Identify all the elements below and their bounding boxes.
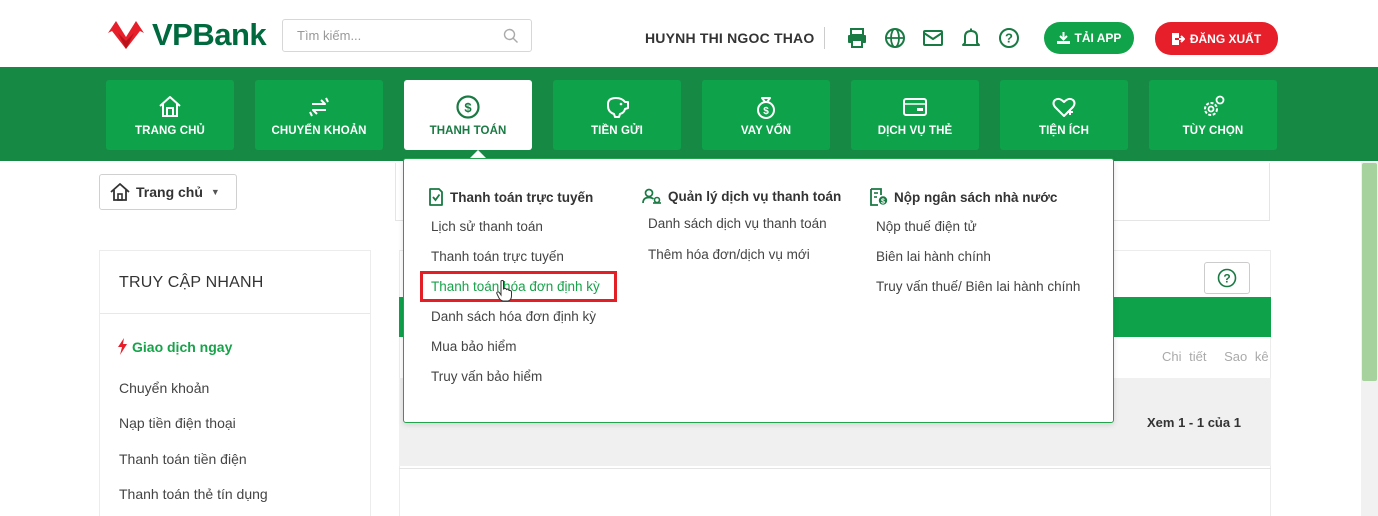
user-settings-icon xyxy=(642,188,661,204)
nav-item-home[interactable]: TRANG CHỦ xyxy=(106,80,234,150)
menu-item-online-payment[interactable]: Thanh toán trực tuyến xyxy=(431,249,564,264)
divider xyxy=(399,468,1271,469)
statement-link[interactable]: Sao kê xyxy=(1224,349,1268,364)
menu-item-buy-insurance[interactable]: Mua bảo hiểm xyxy=(431,339,517,354)
search-box[interactable] xyxy=(282,19,532,52)
nav-item-payment[interactable]: $ THANH TOÁN xyxy=(404,80,532,150)
heart-plus-icon xyxy=(1052,97,1076,117)
breadcrumb-label: Trang chủ xyxy=(136,184,203,200)
menu-item-payment-history[interactable]: Lịch sử thanh toán xyxy=(431,219,543,234)
divider xyxy=(824,27,825,49)
menu-item-e-tax-payment[interactable]: Nộp thuế điện tử xyxy=(876,219,977,234)
help-icon[interactable]: ? xyxy=(998,27,1020,49)
menu-item-insurance-inquiry[interactable]: Truy vấn bảo hiểm xyxy=(431,369,542,384)
printer-icon[interactable] xyxy=(846,27,868,49)
nav-item-loans[interactable]: $ VAY VỐN xyxy=(702,80,830,150)
svg-text:?: ? xyxy=(1223,272,1230,286)
quick-access-heading-label: Giao dịch ngay xyxy=(132,338,233,355)
search-icon[interactable] xyxy=(503,28,519,44)
download-app-button[interactable]: TẢI APP xyxy=(1044,22,1134,54)
quick-link-electricity[interactable]: Thanh toán tiền điện xyxy=(119,451,247,467)
detail-link[interactable]: Chi tiết xyxy=(1162,349,1206,364)
chevron-down-icon: ▼ xyxy=(210,187,220,197)
column-title: Nộp ngân sách nhà nước xyxy=(894,189,1058,205)
svg-text:?: ? xyxy=(1005,31,1013,46)
nav-label: DỊCH VỤ THẺ xyxy=(877,124,953,137)
nav-item-transfer[interactable]: CHUYỂN KHOẢN xyxy=(255,80,383,150)
tax-document-icon: $ xyxy=(870,188,888,206)
column-title: Thanh toán trực tuyến xyxy=(450,189,594,205)
nav-label: TRANG CHỦ xyxy=(135,124,205,137)
document-check-icon xyxy=(429,188,443,206)
card-icon xyxy=(903,97,927,116)
nav-item-savings[interactable]: TIỀN GỬI xyxy=(553,80,681,150)
brand-name: VPBank xyxy=(152,17,267,52)
menu-item-tax-inquiry[interactable]: Truy vấn thuế/ Biên lai hành chính xyxy=(876,279,1080,294)
quick-link-credit-card[interactable]: Thanh toán thẻ tín dụng xyxy=(119,486,268,502)
user-name[interactable]: HUYNH THI NGOC THAO xyxy=(645,30,814,46)
search-input[interactable] xyxy=(297,28,487,43)
logout-label: ĐĂNG XUẤT xyxy=(1189,31,1262,46)
menu-item-recurring-bill-list[interactable]: Danh sách hóa đơn định kỳ xyxy=(431,309,596,324)
panel-links: Chi tiết Sao kê xyxy=(1162,349,1269,364)
column-header-online-payment: Thanh toán trực tuyến xyxy=(428,188,593,206)
quick-access-title: TRUY CẬP NHANH xyxy=(119,274,264,291)
money-bag-icon: $ xyxy=(757,96,775,119)
lightning-icon xyxy=(118,338,127,355)
nav-label: CHUYỂN KHOẢN xyxy=(271,124,367,137)
highlight-box xyxy=(420,271,617,302)
column-header-payment-services: Quản lý dịch vụ thanh toán xyxy=(642,188,841,204)
transfer-icon xyxy=(309,97,329,116)
home-icon xyxy=(110,183,130,201)
menu-item-payment-services-list[interactable]: Danh sách dịch vụ thanh toán xyxy=(648,216,827,231)
quick-access-panel: TRUY CẬP NHANH Giao dịch ngay Chuyển kho… xyxy=(99,250,371,516)
piggy-bank-icon xyxy=(607,96,629,118)
mail-icon[interactable] xyxy=(922,27,944,49)
nav-item-utilities[interactable]: TIỆN ÍCH xyxy=(1000,80,1128,150)
nav-label: THANH TOÁN xyxy=(429,124,507,137)
settings-icon xyxy=(1204,95,1225,116)
top-header: VPBank HUYNH THI NGOC THAO ? TẢI xyxy=(0,0,1378,67)
hand-cursor-icon xyxy=(496,280,512,302)
quick-link-transfer[interactable]: Chuyển khoản xyxy=(119,380,209,396)
logout-button[interactable]: ĐĂNG XUẤT xyxy=(1155,22,1278,55)
svg-text:$: $ xyxy=(464,100,472,115)
quick-link-mobile-topup[interactable]: Nạp tiền điện thoại xyxy=(119,415,236,431)
download-icon xyxy=(1056,32,1070,44)
column-header-state-budget: $ Nộp ngân sách nhà nước xyxy=(870,188,1057,206)
nav-label: TIỀN GỬI xyxy=(591,124,643,137)
home-icon xyxy=(159,95,181,117)
help-icon: ? xyxy=(1217,268,1237,288)
svg-text:$: $ xyxy=(881,199,885,206)
pagination-info: Xem 1 - 1 của 1 xyxy=(1147,415,1241,430)
logout-icon xyxy=(1171,32,1185,45)
vpbank-logo[interactable]: VPBank xyxy=(106,17,267,53)
dollar-coin-icon: $ xyxy=(456,94,480,119)
nav-item-card-services[interactable]: DỊCH VỤ THẺ xyxy=(851,80,979,150)
bell-icon[interactable] xyxy=(960,27,982,49)
nav-item-options[interactable]: TÙY CHỌN xyxy=(1149,80,1277,150)
nav-label: TIỆN ÍCH xyxy=(1039,124,1089,137)
svg-text:$: $ xyxy=(763,106,769,117)
main-nav: TRANG CHỦ CHUYỂN KHOẢN $ THANH TOÁN TIỀN… xyxy=(0,67,1378,161)
breadcrumb[interactable]: Trang chủ ▼ xyxy=(99,174,237,210)
column-title: Quản lý dịch vụ thanh toán xyxy=(668,188,842,204)
divider xyxy=(100,313,370,314)
menu-item-add-bill-service[interactable]: Thêm hóa đơn/dịch vụ mới xyxy=(648,247,810,262)
globe-icon[interactable] xyxy=(884,27,906,49)
menu-item-admin-receipt[interactable]: Biên lai hành chính xyxy=(876,249,991,264)
quick-access-heading: Giao dịch ngay xyxy=(117,338,232,355)
nav-label: TÙY CHỌN xyxy=(1182,124,1244,137)
scrollbar-thumb[interactable] xyxy=(1362,163,1377,381)
panel-help-button[interactable]: ? xyxy=(1204,262,1250,294)
vpbank-mark-icon xyxy=(108,21,144,49)
nav-label: VAY VỐN xyxy=(740,124,792,137)
download-app-label: TẢI APP xyxy=(1074,31,1122,45)
